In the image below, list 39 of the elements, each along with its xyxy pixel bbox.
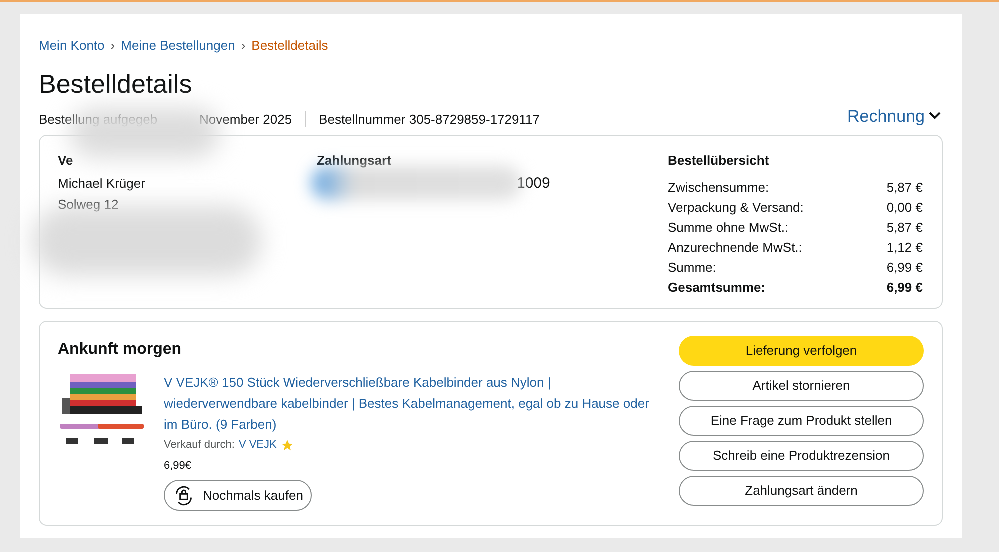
summary-label: Verpackung & Versand: — [668, 199, 804, 216]
buy-again-button[interactable]: Nochmals kaufen — [164, 480, 312, 511]
summary-value: 1,12 € — [886, 239, 923, 256]
action-button[interactable]: Artikel stornieren — [679, 371, 924, 401]
breadcrumb-separator: › — [241, 37, 246, 55]
summary-value: 6,99 € — [886, 279, 923, 296]
address-line: Solweg 12 — [58, 196, 120, 213]
seller-label: Verkauf durch: — [164, 438, 235, 453]
summary-value: 0,00 € — [886, 199, 923, 216]
action-button[interactable]: Zahlungsart ändern — [679, 476, 924, 506]
invoice-link[interactable]: Rechnung — [847, 104, 941, 129]
summary-label: Summe ohne MwSt.: — [668, 219, 789, 236]
breadcrumb-link[interactable]: Bestelldetails — [252, 36, 328, 56]
summary-value: 6,99 € — [886, 259, 923, 276]
seller-link[interactable]: V VEJK — [238, 437, 277, 454]
summary-label: Summe: — [668, 259, 716, 276]
order-date: Bestellung aufgegeb — [39, 110, 158, 129]
shipment-heading: Ankunft morgen — [58, 340, 183, 360]
order-date: November 2025 — [200, 110, 292, 128]
breadcrumb-link[interactable]: Mein Konto — [39, 36, 105, 56]
section-heading: Zahlungsart — [317, 152, 392, 169]
summary-value: 5,87 € — [886, 179, 923, 196]
breadcrumb-separator: › — [110, 37, 116, 55]
product-price: 6,99€ — [164, 458, 193, 474]
action-button[interactable]: Lieferung verfolgen — [679, 336, 924, 366]
summary-label: Zwischensumme: — [668, 179, 770, 196]
page-title: Bestelldetails — [39, 68, 194, 100]
summary-value: 5,87 € — [886, 219, 923, 236]
section-heading: Ve — [58, 152, 74, 169]
product-title-link[interactable]: V VEJK® 150 Stück Wiederverschließbare Kabelbinder aus Nylon | wiederverwendbare kabelbinder | Bestes Kabelmanagement, egal ob zu Hause oder im Büro. (9 Farben) — [164, 372, 664, 435]
address-line: Michael Krüger — [58, 175, 146, 192]
summary-label: Anzurechnende MwSt.: — [668, 239, 802, 256]
action-button[interactable]: Schreib eine Produktrezension — [679, 441, 924, 471]
summary-label: Gesamtsumme: — [668, 279, 766, 296]
section-heading: Bestellübersicht — [668, 152, 770, 169]
action-button[interactable]: Eine Frage zum Produkt stellen — [679, 406, 924, 436]
order-number: Bestellnummer 305-8729859-1729117 — [319, 110, 540, 128]
card-number: 1009 — [517, 175, 552, 192]
breadcrumb-link[interactable]: Meine Bestellungen — [121, 36, 236, 56]
